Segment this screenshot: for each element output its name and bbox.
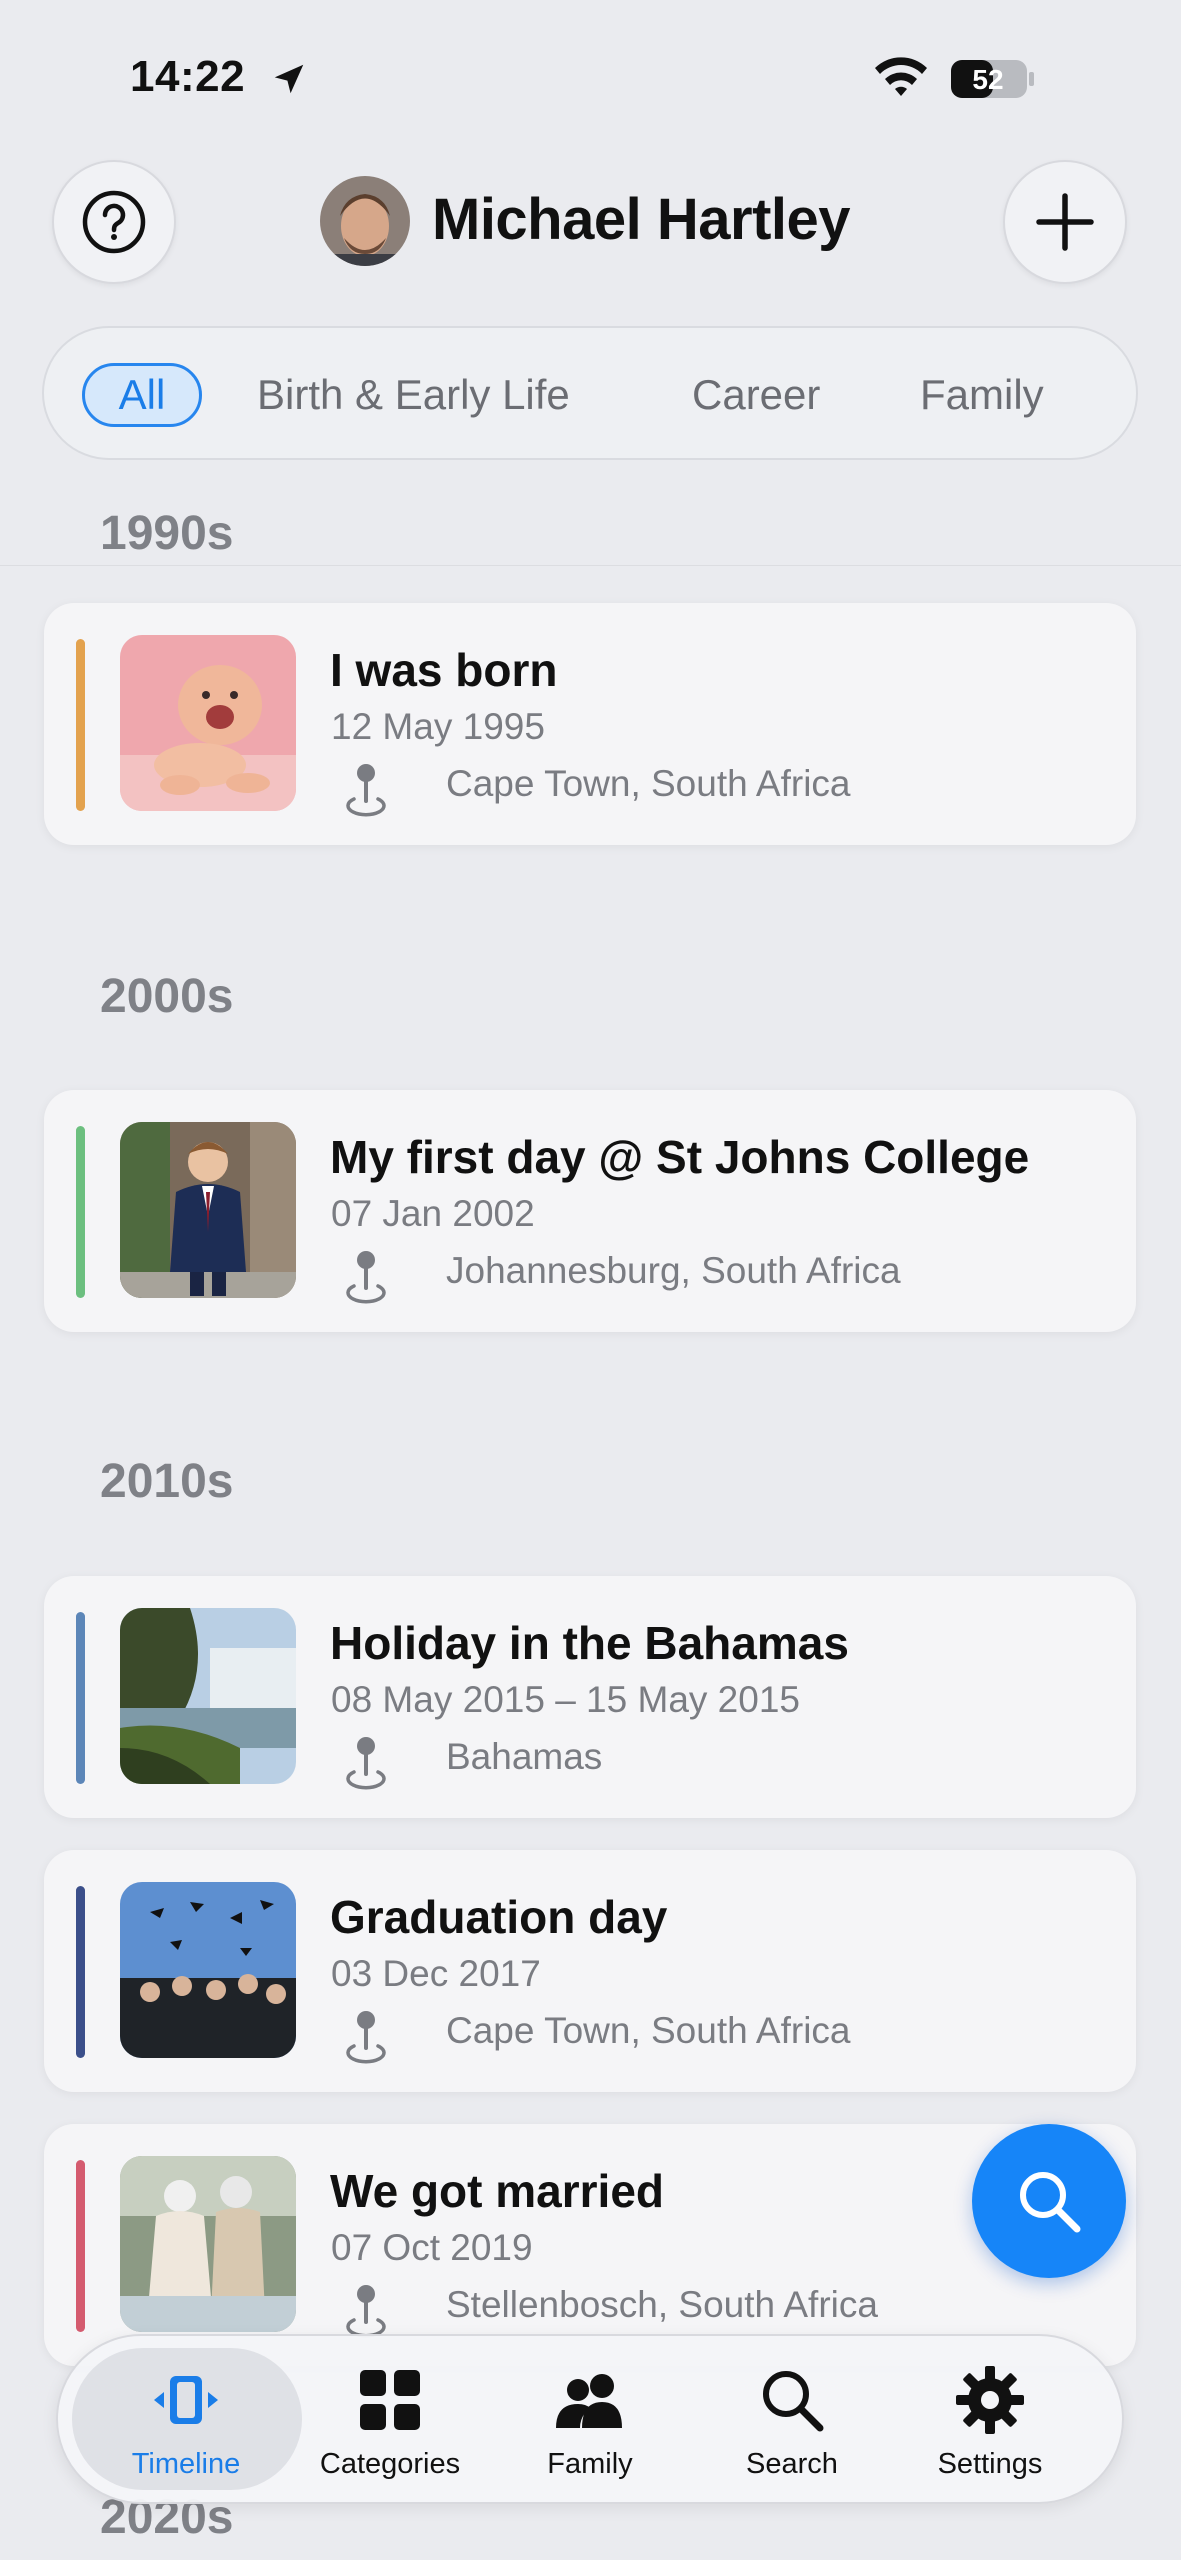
tab-categories[interactable]: Categories [290,2336,490,2506]
gear-icon [956,2366,1024,2434]
search-icon [763,2371,824,2432]
question-icon [82,190,146,254]
grid-icon [360,2370,420,2430]
map-pin-icon [346,1737,386,1790]
decade-heading-2010s: 2010s [100,1455,234,1508]
location-arrow-icon [274,64,304,94]
filter-chip-birth-early-life[interactable]: Birth & Early Life [257,363,570,427]
map-pin-icon [346,2285,386,2338]
tab-settings[interactable]: Settings [890,2336,1090,2506]
category-color-bar [76,1886,85,2058]
category-color-bar [76,2160,85,2332]
filter-chip-career[interactable]: Career [692,363,820,427]
add-event-button[interactable] [1003,160,1127,284]
event-title: We got married [330,2165,664,2217]
map-pin-icon [346,1251,386,1304]
event-location: Cape Town, South Africa [446,763,851,804]
category-color-bar [76,639,85,811]
people-icon [556,2374,622,2428]
tab-family[interactable]: Family [490,2336,690,2506]
event-title: I was born [330,644,558,696]
status-time: 14:22 [130,52,246,101]
event-date: 07 Jan 2002 [331,1193,535,1234]
tab-label: Timeline [131,2448,241,2480]
event-photo [120,1882,296,2058]
event-location: Johannesburg, South Africa [446,1250,901,1291]
event-card[interactable]: I was born 12 May 1995 Cape Town, South … [44,603,1136,845]
tab-label: Categories [319,2448,461,2480]
event-date: 03 Dec 2017 [331,1953,541,1994]
event-photo [120,1122,296,1298]
event-photo [120,635,296,811]
floating-search-button[interactable] [972,2124,1126,2278]
event-card[interactable]: Holiday in the Bahamas 08 May 2015 – 15 … [44,1576,1136,1818]
event-photo [120,1608,296,1784]
search-icon [1020,2172,1081,2233]
timeline-screen: 14:22 52 Michael Hartley All Birth & Ear… [0,0,1181,2560]
event-location: Stellenbosch, South Africa [446,2284,878,2325]
decade-heading-1990s: 1990s [100,507,234,560]
event-card[interactable]: Graduation day 03 Dec 2017 Cape Town, So… [44,1850,1136,2092]
filter-chip-family[interactable]: Family [920,363,1044,427]
event-title: My first day @ St Johns College [330,1131,1030,1183]
avatar[interactable] [320,176,410,266]
event-date: 12 May 1995 [331,706,545,747]
battery-icon: 52 [951,60,1034,98]
tab-label: Search [746,2448,838,2480]
divider [0,565,1181,566]
map-pin-icon [346,764,386,817]
category-color-bar [76,1126,85,1298]
event-location: Cape Town, South Africa [446,2010,851,2051]
event-date: 07 Oct 2019 [331,2227,533,2268]
event-photo [120,2156,296,2332]
battery-level: 52 [972,64,1003,95]
tab-bar: Timeline Categories Family Search Settin… [56,2334,1124,2504]
category-filter-bar: All Birth & Early Life Career Family [42,326,1138,460]
filter-chip-all[interactable]: All [82,363,202,427]
event-date: 08 May 2015 – 15 May 2015 [331,1679,800,1720]
plus-icon [1036,193,1094,251]
event-location: Bahamas [446,1736,603,1777]
tab-label: Settings [937,2448,1043,2480]
event-card[interactable]: My first day @ St Johns College 07 Jan 2… [44,1090,1136,1332]
event-title: Graduation day [330,1891,668,1943]
timeline-icon [154,2376,218,2424]
event-title: Holiday in the Bahamas [330,1617,849,1669]
wifi-icon [875,57,927,96]
tab-label: Family [547,2448,633,2480]
help-button[interactable] [52,160,176,284]
event-card[interactable]: We got married 07 Oct 2019 Stellenbosch,… [44,2124,1136,2366]
profile-name: Michael Hartley [432,187,851,252]
decade-heading-2000s: 2000s [100,970,234,1023]
map-pin-icon [346,2011,386,2064]
category-color-bar [76,1612,85,1784]
tab-timeline[interactable]: Timeline [86,2336,286,2506]
tab-search[interactable]: Search [692,2336,892,2506]
